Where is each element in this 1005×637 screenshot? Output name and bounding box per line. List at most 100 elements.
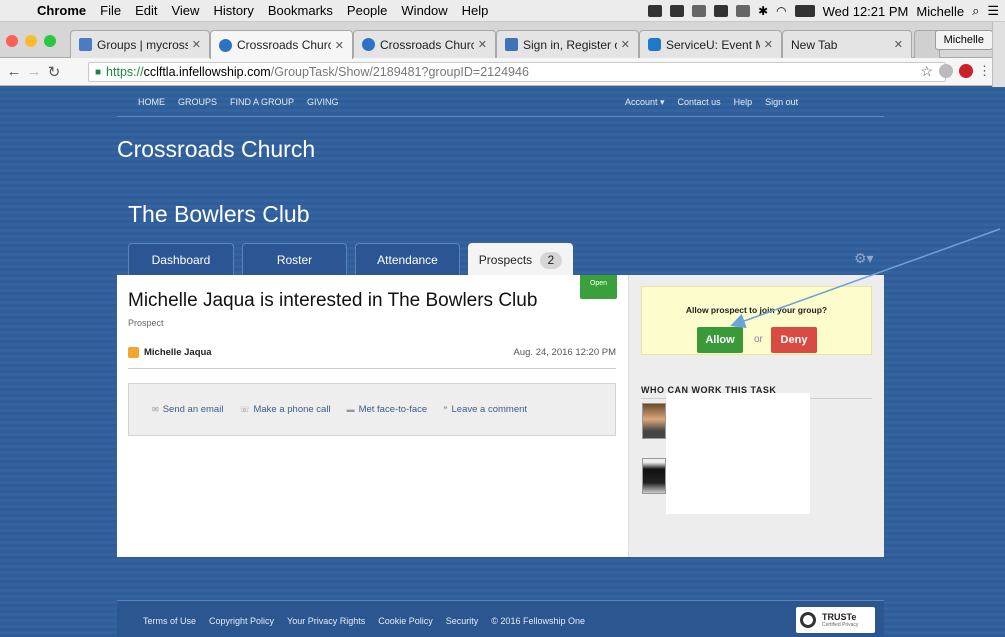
evernote-icon[interactable] (648, 5, 663, 17)
footer-copyright-link[interactable]: Copyright Policy (209, 616, 274, 626)
notification-center-icon[interactable]: ☰ (987, 3, 999, 19)
url-path: /GroupTask/Show/2189481?groupID=2124946 (270, 65, 529, 79)
forward-icon[interactable]: → (24, 63, 44, 80)
footer-cookie-link[interactable]: Cookie Policy (378, 616, 433, 626)
allow-prospect-box: Allow prospect to join your group? Allow… (641, 286, 872, 355)
back-icon[interactable]: ← (4, 63, 24, 80)
tab-attendance[interactable]: Attendance (355, 243, 460, 275)
menu-bookmarks[interactable]: Bookmarks (261, 3, 340, 18)
nav-sign-out[interactable]: Sign out (765, 97, 798, 108)
url-scheme: https:// (106, 65, 144, 79)
minimize-window-icon[interactable] (25, 35, 37, 47)
bookmark-star-icon[interactable]: ☆ (920, 63, 933, 80)
tab-strip: Groups | mycrossroa ✕ Crossroads Church … (0, 22, 1005, 59)
nav-find-a-group[interactable]: FIND A GROUP (230, 97, 294, 107)
nav-help[interactable]: Help (734, 97, 753, 108)
face-to-face-link[interactable]: ▬ Met face-to-face (347, 404, 428, 415)
menu-view[interactable]: View (164, 3, 206, 18)
tab-dashboard[interactable]: Dashboard (128, 243, 234, 275)
allow-button[interactable]: Allow (697, 327, 743, 353)
window-controls (6, 35, 56, 47)
footer-security-link[interactable]: Security (446, 616, 479, 626)
sign-in-favicon-icon (505, 38, 518, 51)
fellowship-one-favicon-icon (219, 38, 232, 52)
tab-new-tab[interactable]: New Tab ✕ (782, 30, 912, 58)
footer-privacy-link[interactable]: Your Privacy Rights (287, 616, 365, 626)
tab-roster[interactable]: Roster (242, 243, 347, 275)
menu-edit[interactable]: Edit (128, 3, 164, 18)
footer-terms-link[interactable]: Terms of Use (143, 616, 196, 626)
lock-icon: ■ (95, 66, 102, 78)
task-date: Aug. 24, 2016 12:20 PM (513, 347, 616, 358)
menubar-user[interactable]: Michelle (916, 4, 964, 19)
battery-icon[interactable] (794, 5, 815, 17)
url-host: cclftla.infellowship.com (143, 65, 271, 79)
tab-label: Groups | mycrossroa (97, 37, 188, 52)
task-title: Michelle Jaqua is interested in The Bowl… (128, 290, 538, 311)
profile-button[interactable]: Michelle (934, 30, 993, 50)
tab-crossroads-active[interactable]: Crossroads Church - | ✕ (210, 30, 353, 59)
tab-serviceu[interactable]: ServiceU: Event Mana ✕ (639, 30, 782, 58)
nav-giving[interactable]: GIVING (307, 97, 339, 107)
menu-people[interactable]: People (340, 3, 394, 18)
close-tab-icon[interactable]: ✕ (335, 39, 344, 52)
close-tab-icon[interactable]: ✕ (192, 38, 201, 51)
tab-label: Crossroads Church - (380, 37, 474, 52)
pinterest-extension-icon[interactable] (959, 64, 973, 78)
tab-prospects[interactable]: Prospects 2 (468, 243, 573, 275)
close-tab-icon[interactable]: ✕ (621, 38, 630, 51)
nav-contact-us[interactable]: Contact us (678, 97, 721, 108)
menu-file[interactable]: File (93, 3, 128, 18)
tab-groups[interactable]: Groups | mycrossroa ✕ (70, 30, 210, 58)
zoom-window-icon[interactable] (44, 35, 56, 47)
chrome-menu-icon[interactable]: ⋮ (978, 63, 991, 79)
church-name[interactable]: Crossroads Church (117, 136, 315, 163)
close-tab-icon[interactable]: ✕ (894, 38, 903, 51)
cloud-extension-icon[interactable] (939, 64, 953, 78)
close-tab-icon[interactable]: ✕ (764, 38, 773, 51)
prospect-name[interactable]: Michelle Jaqua (144, 347, 212, 358)
airplay-icon[interactable] (736, 5, 751, 17)
tab-sign-in[interactable]: Sign in, Register or G ✕ (496, 30, 639, 58)
status-badge: Open (580, 275, 617, 299)
wifi-icon[interactable]: ◠ (776, 4, 786, 18)
gear-icon[interactable]: ⚙▾ (854, 250, 874, 267)
fellowship-one-favicon-icon (362, 38, 375, 51)
bluetooth-icon[interactable]: ✱ (758, 4, 768, 18)
deny-button[interactable]: Deny (771, 327, 817, 353)
prospects-count-badge: 2 (539, 252, 563, 269)
menu-window[interactable]: Window (394, 3, 454, 18)
menu-history[interactable]: History (206, 3, 260, 18)
address-bar[interactable]: ■ https://cclftla.infellowship.com/Group… (88, 62, 946, 82)
web-page: HOME GROUPS FIND A GROUP GIVING Account … (0, 87, 1005, 637)
send-email-link[interactable]: ✉ Send an email (152, 404, 223, 415)
status-area: ✱ ◠ Wed 12:21 PM Michelle ⌕ ☰ (648, 0, 999, 22)
menu-help[interactable]: Help (455, 3, 496, 18)
tab-label: ServiceU: Event Mana (666, 37, 760, 52)
leave-comment-link[interactable]: ❝ Leave a comment (443, 404, 527, 415)
envelope-icon: ✉ (152, 405, 159, 414)
nav-account[interactable]: Account ▾ (625, 97, 665, 108)
reload-icon[interactable]: ↻ (44, 63, 64, 81)
nav-home[interactable]: HOME (138, 97, 165, 107)
nav-groups[interactable]: GROUPS (178, 97, 217, 107)
leave-comment-label: Leave a comment (451, 404, 528, 415)
send-email-label: Send an email (162, 404, 224, 415)
clock[interactable]: Wed 12:21 PM (823, 4, 909, 19)
phone-call-link[interactable]: ☏ Make a phone call (239, 404, 330, 415)
tab-crossroads[interactable]: Crossroads Church - ✕ (353, 30, 496, 58)
site-nav: HOME GROUPS FIND A GROUP GIVING Account … (117, 87, 884, 117)
close-tab-icon[interactable]: ✕ (478, 38, 487, 51)
extension-icon[interactable] (670, 5, 685, 17)
tab-label: Sign in, Register or G (523, 37, 617, 52)
task-panel: Open Michelle Jaqua is interested in The… (117, 275, 884, 557)
task-type: Prospect (128, 318, 164, 328)
menu-app[interactable]: Chrome (30, 3, 93, 18)
spotlight-icon[interactable]: ⌕ (972, 3, 979, 19)
close-window-icon[interactable] (6, 35, 18, 47)
truste-badge[interactable]: TRUSTe Certified Privacy (796, 607, 875, 633)
contact-actions: ✉ Send an email ☏ Make a phone call ▬ Met f… (128, 383, 616, 436)
screen-icon[interactable] (692, 5, 707, 17)
drive-icon[interactable] (714, 5, 729, 17)
truste-logo-icon (800, 612, 816, 628)
